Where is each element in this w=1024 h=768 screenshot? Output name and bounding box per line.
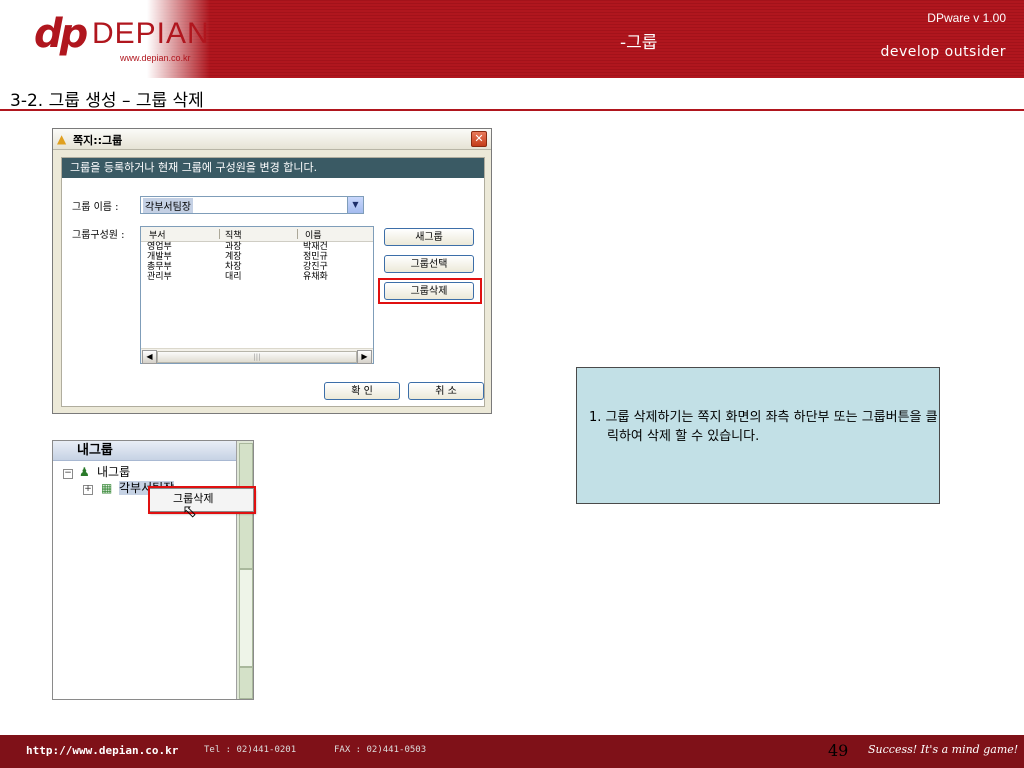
group-dialog: ▲ 쪽지::그룹 ✕ 그룹을 등록하거나 현재 그룹에 구성원을 변경 합니다.… bbox=[52, 128, 492, 414]
tree-root-label[interactable]: 내그룹 bbox=[97, 465, 130, 479]
expand-icon[interactable]: + bbox=[83, 485, 93, 495]
footer-bar: http://www.depian.co.kr Tel : 02)441-020… bbox=[0, 735, 1024, 768]
group-tree-panel: 내그룹 − ♟ 내그룹 + ▦ 각부서팀장 bbox=[52, 440, 254, 700]
page-number: 49 bbox=[828, 741, 849, 760]
logo-url: www.depian.co.kr bbox=[120, 53, 191, 63]
slogan: develop outsider bbox=[880, 44, 1006, 60]
collapse-icon[interactable]: − bbox=[63, 469, 73, 479]
group-name-label: 그룹 이름 : bbox=[72, 202, 119, 213]
column-divider bbox=[297, 229, 298, 239]
dialog-titlebar[interactable]: ▲ 쪽지::그룹 ✕ bbox=[53, 129, 491, 150]
group-icon: ▲ bbox=[57, 132, 67, 146]
column-header[interactable]: 직책 bbox=[225, 228, 242, 241]
vertical-scrollbar[interactable] bbox=[236, 441, 253, 699]
cell-dept: 관리부 bbox=[147, 272, 172, 282]
horizontal-scrollbar[interactable]: ◀ ||| ▶ bbox=[141, 348, 373, 364]
tree-header: 내그룹 bbox=[53, 441, 237, 461]
list-header: 부서 직책 이름 bbox=[141, 227, 373, 242]
cell-name: 정민규 bbox=[303, 252, 328, 262]
group-people-icon: ♟ bbox=[79, 465, 90, 479]
logo-mark: dp bbox=[34, 11, 88, 57]
highlight-box bbox=[378, 278, 482, 304]
header-bar: dp DEPIAN www.depian.co.kr -그룹 DPware v … bbox=[0, 0, 1024, 78]
members-label: 그룹구성원 : bbox=[72, 230, 125, 241]
cell-name: 유채화 bbox=[303, 272, 328, 282]
cell-dept: 개발부 bbox=[147, 252, 172, 262]
select-group-button[interactable]: 그룹선택 bbox=[384, 255, 474, 273]
footer-motto: Success! It's a mind game! bbox=[868, 743, 1019, 756]
cancel-button[interactable]: 취 소 bbox=[408, 382, 484, 400]
cell-dept: 총무부 bbox=[147, 262, 172, 272]
note-text: 1. 그룹 삭제하기는 쪽지 화면의 좌측 하단부 또는 그룹버튼을 클릭하여 … bbox=[589, 410, 938, 444]
cell-name: 강진구 bbox=[303, 262, 328, 272]
title-divider bbox=[0, 109, 1024, 111]
cell-position: 계장 bbox=[225, 252, 242, 262]
dialog-body: 그룹을 등록하거나 현재 그룹에 구성원을 변경 합니다. 그룹 이름 : 각부… bbox=[61, 157, 485, 407]
ok-button[interactable]: 확 인 bbox=[324, 382, 400, 400]
scroll-thumb[interactable]: ||| bbox=[157, 351, 357, 363]
chevron-down-icon[interactable]: ▼ bbox=[347, 197, 363, 213]
cell-position: 대리 bbox=[225, 272, 242, 282]
column-divider bbox=[219, 229, 220, 239]
column-header[interactable]: 이름 bbox=[305, 228, 322, 241]
folder-icon: ▦ bbox=[101, 481, 113, 495]
scroll-left-icon[interactable]: ◀ bbox=[142, 350, 157, 364]
highlight-box bbox=[148, 486, 256, 514]
dialog-title: 쪽지::그룹 bbox=[73, 134, 123, 147]
mouse-cursor-icon: ⬁ bbox=[182, 501, 198, 522]
group-name-select[interactable]: 각부서팀장 ▼ bbox=[140, 196, 364, 214]
dialog-banner: 그룹을 등록하거나 현재 그룹에 구성원을 변경 합니다. bbox=[62, 158, 484, 178]
members-list[interactable]: 부서 직책 이름 영업부 과장 박재건 개발부 계장 정민규 총무부 차장 강진… bbox=[140, 226, 374, 364]
logo-name: DEPIAN bbox=[92, 17, 210, 50]
cell-position: 과장 bbox=[225, 242, 242, 252]
logo: dp DEPIAN www.depian.co.kr bbox=[0, 0, 210, 78]
cell-name: 박재건 bbox=[303, 242, 328, 252]
new-group-button[interactable]: 새그룹 bbox=[384, 228, 474, 246]
version-label: DPware v 1.00 bbox=[927, 11, 1006, 25]
column-header[interactable]: 부서 bbox=[149, 228, 166, 241]
section-title: -그룹 bbox=[620, 33, 658, 53]
page-title: 3-2. 그룹 생성 – 그룹 삭제 bbox=[10, 91, 204, 111]
cell-position: 차장 bbox=[225, 262, 242, 272]
note-box: 1. 그룹 삭제하기는 쪽지 화면의 좌측 하단부 또는 그룹버튼을 클릭하여 … bbox=[576, 367, 940, 504]
footer-tel: Tel : 02)441-0201 bbox=[204, 745, 297, 755]
close-icon[interactable]: ✕ bbox=[471, 131, 487, 147]
scroll-right-icon[interactable]: ▶ bbox=[357, 350, 372, 364]
footer-fax: FAX : 02)441-0503 bbox=[334, 745, 427, 755]
cell-dept: 영업부 bbox=[147, 242, 172, 252]
group-name-value: 각부서팀장 bbox=[143, 198, 193, 213]
footer-url: http://www.depian.co.kr bbox=[26, 744, 179, 757]
